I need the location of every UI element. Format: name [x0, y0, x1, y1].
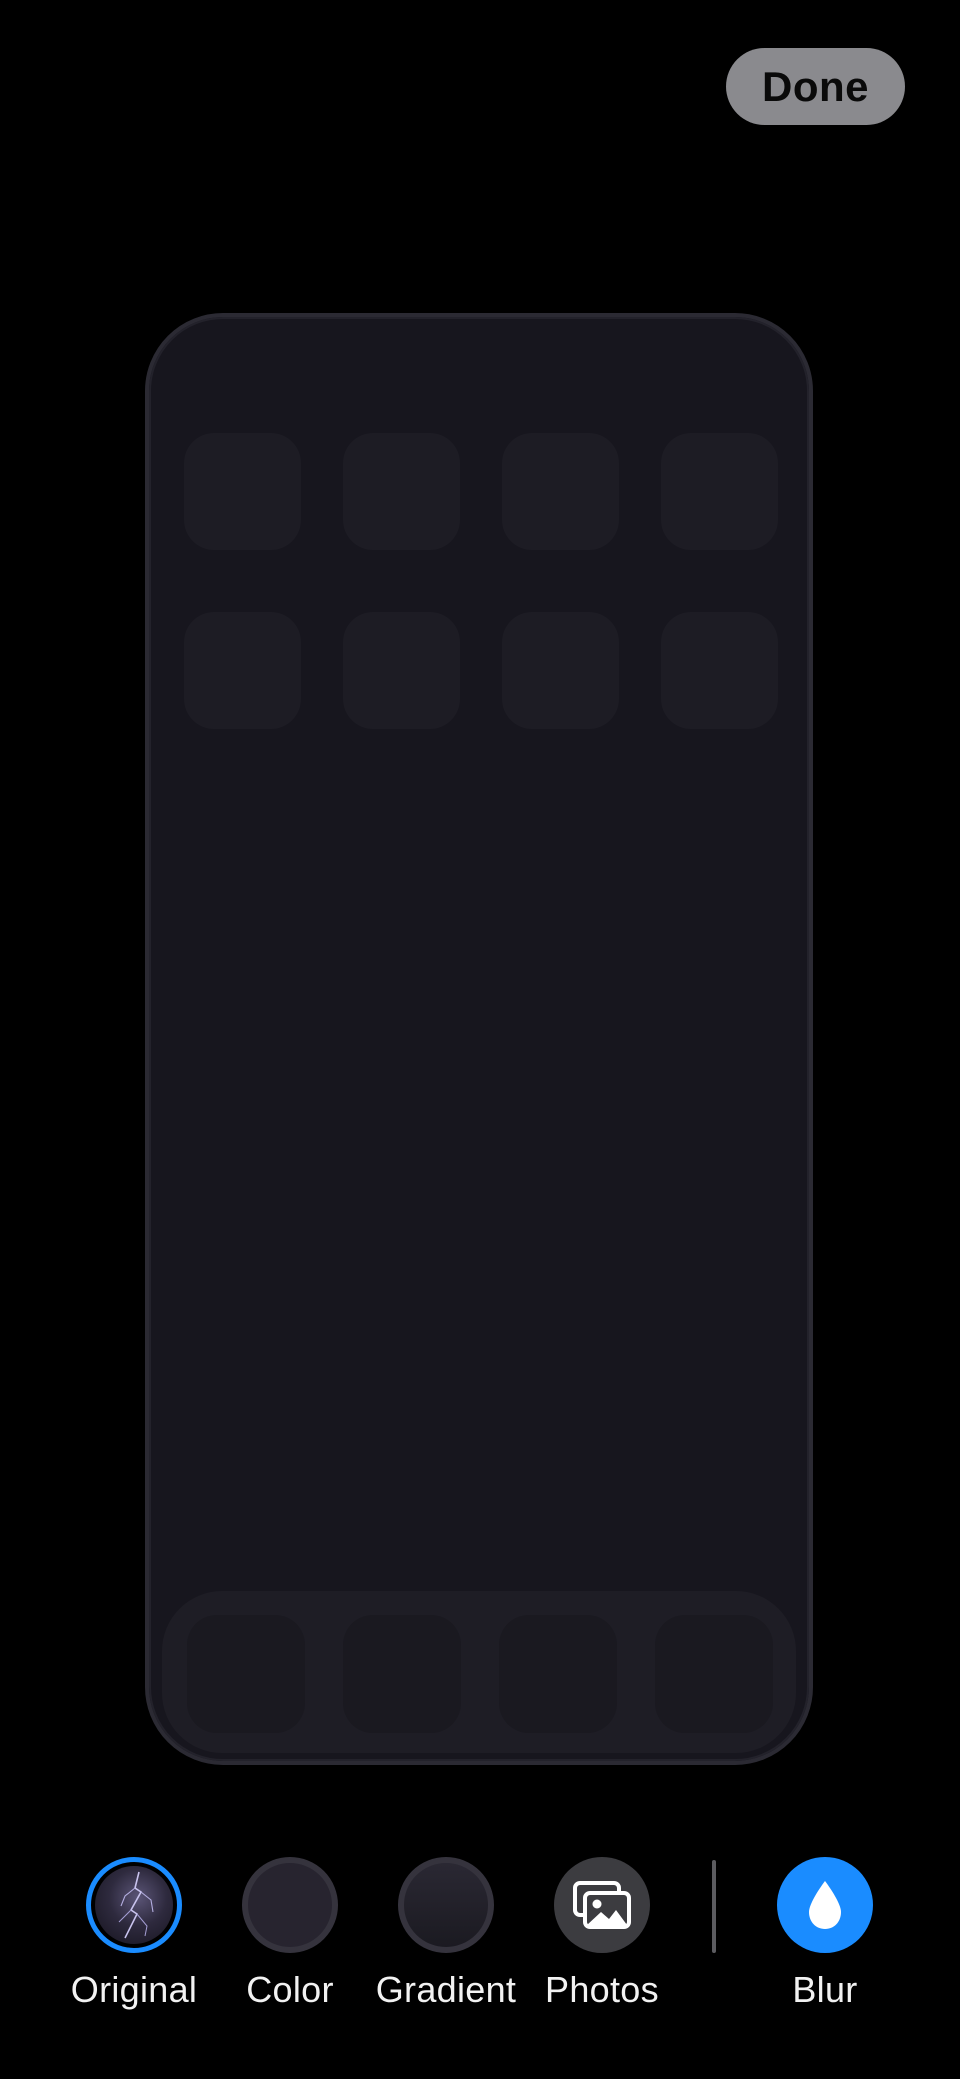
app-placeholder: [502, 612, 619, 729]
app-icon-grid: [184, 433, 784, 729]
dock-app-placeholder: [343, 1615, 461, 1733]
home-screen-preview: [145, 313, 813, 1765]
app-placeholder: [502, 433, 619, 550]
option-gradient[interactable]: Gradient: [366, 1857, 526, 2011]
dock-app-placeholder: [499, 1615, 617, 1733]
wallpaper-thumbnail-icon: [95, 1866, 173, 1944]
app-placeholder: [661, 612, 778, 729]
original-label: Original: [70, 1969, 198, 2010]
done-button[interactable]: Done: [726, 48, 905, 125]
option-blur[interactable]: Blur: [745, 1857, 905, 2011]
gradient-swatch-icon[interactable]: [398, 1857, 494, 1953]
original-option-button[interactable]: [86, 1857, 182, 1953]
wallpaper-options-bar: Original Color Gradient Photos Blur: [0, 1857, 960, 2017]
app-placeholder: [184, 433, 301, 550]
blur-toggle-button[interactable]: [777, 1857, 873, 1953]
blur-label: Blur: [792, 1969, 858, 2010]
dock-app-placeholder: [655, 1615, 773, 1733]
app-placeholder: [184, 612, 301, 729]
color-label: Color: [246, 1969, 334, 2010]
app-placeholder: [343, 433, 460, 550]
options-divider: [712, 1860, 716, 1953]
option-photos[interactable]: Photos: [522, 1857, 682, 2011]
option-original[interactable]: Original: [54, 1857, 214, 2011]
photos-label: Photos: [545, 1969, 659, 2010]
photos-icon: [573, 1881, 631, 1929]
photos-option-button[interactable]: [554, 1857, 650, 1953]
option-color[interactable]: Color: [210, 1857, 370, 2011]
dock-app-placeholder: [187, 1615, 305, 1733]
dock: [162, 1591, 796, 1753]
color-swatch-icon[interactable]: [242, 1857, 338, 1953]
gradient-label: Gradient: [375, 1969, 517, 2010]
app-placeholder: [661, 433, 778, 550]
app-placeholder: [343, 612, 460, 729]
droplet-icon: [809, 1881, 841, 1929]
